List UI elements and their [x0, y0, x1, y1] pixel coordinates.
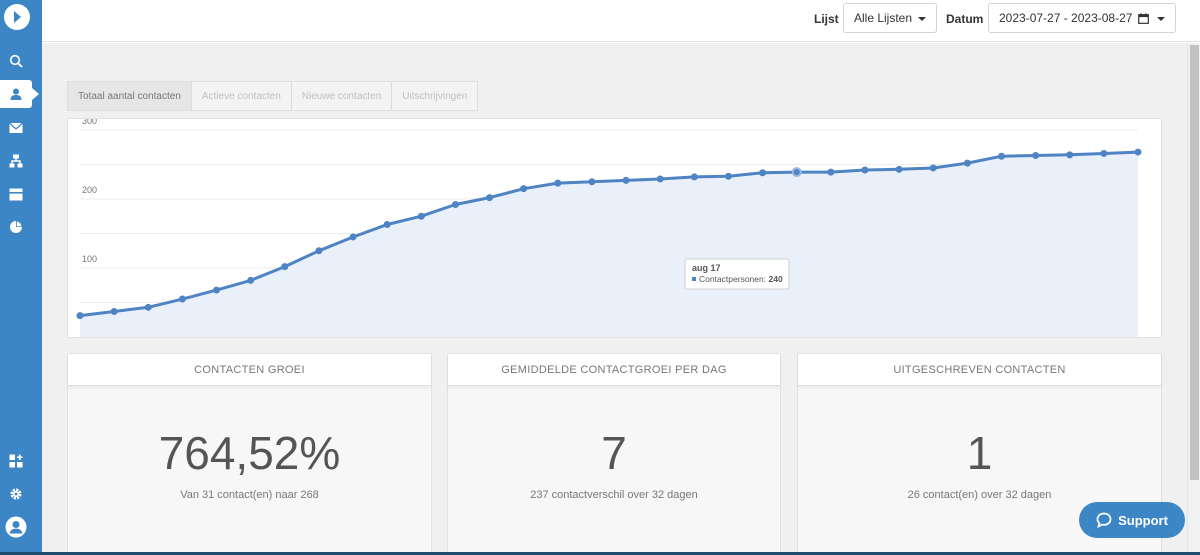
main-content: Totaal aantal contacten Actieve contacte… — [42, 43, 1187, 555]
chart-point[interactable] — [417, 212, 425, 220]
stat-title: GEMIDDELDE CONTACTGROEI PER DAG — [448, 354, 780, 386]
date-label: Datum — [946, 12, 984, 26]
sidebar-item-contacts[interactable] — [0, 80, 39, 108]
chart-point[interactable] — [656, 175, 664, 183]
list-label: Lijst — [814, 12, 839, 26]
scrollbar-thumb[interactable] — [1190, 45, 1199, 480]
sidebar-item-templates[interactable] — [0, 180, 32, 208]
chart-point[interactable] — [997, 152, 1005, 160]
date-range-picker[interactable]: 2023-07-27 - 2023-08-27 — [988, 3, 1176, 33]
sidebar-item-automation[interactable] — [0, 147, 32, 175]
chart-point[interactable] — [827, 168, 835, 176]
tooltip-swatch — [692, 277, 696, 281]
stat-title: UITGESCHREVEN CONTACTEN — [798, 354, 1161, 386]
sidebar-item-reports[interactable] — [0, 213, 32, 241]
sidebar — [0, 0, 42, 555]
list-select[interactable]: Alle Lijsten — [843, 3, 937, 33]
chart-point[interactable] — [144, 303, 152, 311]
chart-point[interactable] — [486, 194, 494, 202]
pie-chart-icon — [10, 221, 22, 233]
chart-point[interactable] — [929, 164, 937, 172]
chart-point[interactable] — [622, 176, 630, 184]
chart-point[interactable] — [110, 307, 118, 315]
tab-unsubscribes[interactable]: Uitschrijvingen — [392, 81, 479, 111]
template-icon — [9, 188, 23, 200]
stat-subtitle: Van 31 contact(en) naar 268 — [180, 489, 319, 501]
y-tick-label: 200 — [82, 185, 97, 195]
chart-point[interactable] — [690, 173, 698, 181]
chart-point[interactable] — [759, 169, 767, 177]
list-select-value: Alle Lijsten — [854, 11, 913, 25]
chart-point[interactable] — [349, 233, 357, 241]
sidebar-item-settings[interactable] — [0, 480, 32, 508]
tooltip-series-label: Contactpersonen: — [699, 274, 766, 284]
chart-point[interactable] — [963, 159, 971, 167]
tab-active-contacts[interactable]: Actieve contacten — [191, 81, 292, 111]
chart-point[interactable] — [281, 263, 289, 271]
chart-tabs: Totaal aantal contacten Actieve contacte… — [67, 81, 479, 111]
tooltip-value: 240 — [768, 274, 782, 284]
chart-point[interactable] — [451, 201, 459, 209]
contacts-icon — [10, 88, 22, 100]
search-icon — [9, 54, 23, 68]
chart-point[interactable] — [1032, 152, 1040, 160]
chart-y-ticks: 100 200 300 — [82, 119, 97, 264]
chart-point[interactable] — [588, 178, 596, 186]
chat-bubble-icon — [1096, 512, 1112, 528]
stat-card-avg-growth: GEMIDDELDE CONTACTGROEI PER DAG 7 237 co… — [447, 353, 781, 555]
sitemap-icon — [9, 154, 23, 168]
mail-icon — [9, 122, 23, 133]
sidebar-item-apps[interactable] — [0, 447, 32, 475]
top-header: Lijst Alle Lijsten Datum 2023-07-27 - 20… — [42, 0, 1200, 42]
y-tick-label: 100 — [82, 254, 97, 264]
user-avatar-icon — [5, 516, 27, 538]
stat-title: CONTACTEN GROEI — [68, 354, 431, 386]
date-range-value: 2023-07-27 - 2023-08-27 — [999, 11, 1133, 25]
chart-point[interactable] — [76, 312, 84, 320]
stat-subtitle: 237 contactverschil over 32 dagen — [530, 489, 698, 501]
sidebar-item-mail[interactable] — [0, 114, 32, 142]
calendar-icon — [1138, 12, 1150, 24]
chevron-down-icon — [918, 17, 926, 21]
logo-arrow-icon — [14, 11, 21, 23]
chart-point[interactable] — [247, 276, 255, 284]
apps-add-icon — [9, 454, 23, 468]
chart-point[interactable] — [383, 221, 391, 229]
chart-point[interactable] — [1100, 149, 1108, 157]
sidebar-item-search[interactable] — [0, 47, 32, 75]
sidebar-item-profile[interactable] — [0, 513, 32, 541]
chart-point[interactable] — [791, 167, 802, 178]
chart-point[interactable] — [861, 166, 869, 174]
tab-new-contacts[interactable]: Nieuwe contacten — [291, 81, 393, 111]
stat-value: 7 — [601, 427, 627, 479]
support-label: Support — [1118, 512, 1168, 528]
stat-value: 764,52% — [158, 427, 341, 479]
chart-point[interactable] — [554, 179, 562, 187]
chart-point[interactable] — [724, 172, 732, 180]
contacts-chart: 100 200 300 aug 17 Contactpersonen: 240 — [67, 118, 1162, 338]
gear-icon — [10, 488, 22, 500]
chart-point[interactable] — [1134, 148, 1142, 156]
y-tick-label: 300 — [82, 119, 97, 126]
tab-total-contacts[interactable]: Totaal aantal contacten — [67, 81, 192, 111]
stat-subtitle: 26 contact(en) over 32 dagen — [907, 489, 1052, 501]
logo[interactable] — [4, 4, 30, 30]
chart-point[interactable] — [315, 247, 323, 255]
page-scrollbar[interactable] — [1187, 43, 1200, 555]
chart-point[interactable] — [895, 165, 903, 173]
tooltip-title: aug 17 — [692, 263, 721, 273]
support-button[interactable]: Support — [1079, 502, 1185, 538]
chart-point[interactable] — [1066, 151, 1074, 159]
stat-value: 1 — [966, 427, 993, 479]
stat-card-growth: CONTACTEN GROEI 764,52% Van 31 contact(e… — [67, 353, 432, 555]
chart-point[interactable] — [178, 295, 186, 303]
contacts-chart-svg: 100 200 300 aug 17 Contactpersonen: 240 — [76, 119, 1142, 337]
tooltip-series: Contactpersonen: 240 — [699, 274, 783, 284]
chart-tooltip: aug 17 Contactpersonen: 240 — [684, 258, 790, 290]
chevron-down-icon — [1157, 17, 1165, 21]
chart-point[interactable] — [213, 286, 221, 294]
chart-point[interactable] — [520, 185, 528, 193]
